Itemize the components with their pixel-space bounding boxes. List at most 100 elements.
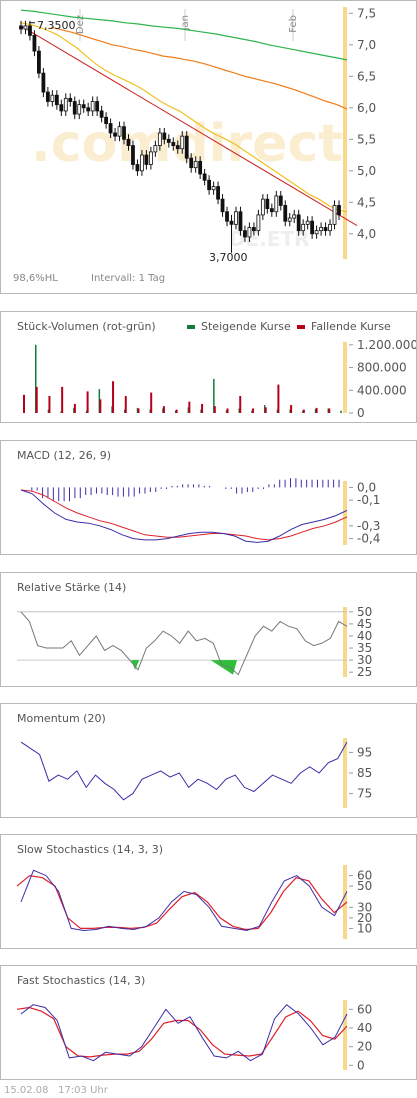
candle-body: [140, 154, 144, 172]
candle-body: [23, 25, 28, 30]
candle-body: [337, 205, 341, 216]
price-tick-label: 5,5: [357, 132, 376, 146]
candle-body: [126, 138, 131, 147]
macd-chart: 0,0-0,1-0,3-0,4: [20, 478, 380, 546]
price-tick-label: 7,5: [357, 6, 376, 20]
highlight-bar: [343, 1000, 347, 1070]
volume-chart: 1.200.000 800.000 400.000 0: [23, 338, 417, 420]
candle-body: [332, 205, 337, 225]
rsi-chart: 504540353025: [17, 605, 372, 679]
candle-body: [171, 142, 176, 146]
volume-tick-label: 0: [357, 406, 365, 420]
momentum-tick-label: 85: [357, 766, 372, 780]
candle-body: [319, 227, 323, 232]
candle-body: [189, 157, 194, 169]
price-tick-label: 6,0: [357, 101, 376, 115]
price-chart: .comdirect DE.ETR DezJanFeb7,57,06,56,05…: [13, 6, 376, 284]
price-tick-label: 4,5: [357, 195, 376, 209]
footer-time: 17:03 Uhr: [58, 1085, 108, 1096]
slow-d-line: [16, 874, 348, 931]
volume-tick-label: 1.200.000: [357, 338, 417, 352]
momentum-line: [20, 741, 348, 801]
macd-tick-label: -0,4: [357, 532, 380, 546]
candle-body: [301, 223, 306, 232]
perf-label: 98,6%HL: [13, 273, 58, 284]
volume-bar-down: [213, 406, 216, 413]
candle-body: [225, 211, 229, 222]
volume-bar-down: [175, 409, 178, 413]
candle-body: [108, 123, 113, 134]
candle-body: [220, 198, 225, 213]
volume-bar-down: [264, 407, 267, 413]
footer-date: 15.02.08: [4, 1085, 49, 1096]
slow-stochastics-tick-label: 50: [357, 879, 372, 893]
candle-body: [166, 138, 171, 143]
candle-body: [202, 173, 207, 181]
candle-body: [269, 208, 274, 213]
slow-k-line: [20, 869, 348, 932]
volume-bar-down: [48, 395, 51, 413]
volume-bar-down: [73, 403, 76, 413]
candle-body: [135, 164, 140, 172]
rsi-panel: Relative Stärke (14) 50 45 40 35 30 25: [0, 572, 417, 687]
volume-bar-down: [188, 401, 191, 413]
candle-body: [32, 34, 37, 52]
candle-body: [122, 126, 126, 140]
candle-body: [148, 151, 153, 165]
candle-body: [323, 227, 328, 232]
rsi-line: [20, 611, 348, 676]
macd-panel: MACD (12, 26, 9) 0,0 -0,1 -0,3 -0,4: [0, 440, 417, 555]
candle-body: [153, 145, 158, 153]
footer-timestamp: 15.02.08 17:03 Uhr: [4, 1085, 108, 1096]
slow-stochastics-tick-label: 10: [357, 921, 372, 935]
candle-body: [162, 132, 167, 140]
candle-body: [256, 214, 261, 232]
candle-body: [77, 104, 82, 115]
candle-body: [292, 214, 297, 219]
rsi-oversold-area: [210, 660, 237, 675]
candle-body: [287, 217, 292, 222]
candle-body: [86, 107, 91, 112]
volume-tick-label: 400.000: [357, 383, 407, 397]
volume-bar-down: [61, 386, 64, 413]
candle-body: [113, 132, 117, 137]
volume-bar-down: [86, 391, 89, 413]
slow-stochastics-chart: 6050302010: [16, 865, 372, 939]
candle-body: [198, 160, 203, 175]
volume-bar-up: [340, 410, 342, 413]
candle-body: [211, 186, 216, 191]
candle-body: [157, 132, 162, 146]
candle-body: [81, 104, 86, 109]
interval-label: Intervall: 1 Tag: [91, 273, 165, 284]
candle-body: [265, 198, 270, 209]
month-label: Feb: [288, 15, 299, 33]
candle-body: [72, 101, 77, 115]
volume-panel: Stück-Volumen (rot-grün) Steigende Kurse…: [0, 311, 417, 423]
candle-body: [216, 186, 220, 200]
candle-body: [328, 223, 332, 232]
volume-bar-down: [150, 392, 153, 413]
fast-stochastics-tick-label: 40: [357, 1021, 372, 1035]
volume-bar-down: [328, 408, 331, 413]
candle-body: [283, 205, 288, 222]
candle-body: [247, 227, 252, 238]
price-tick-label: 4,0: [357, 227, 376, 241]
volume-bar-down: [162, 406, 165, 413]
candle-body: [90, 101, 95, 112]
price-panel: .comdirect DE.ETR DezJanFeb7,57,06,56,05…: [0, 0, 417, 294]
candle-body: [28, 25, 32, 36]
ma100-line: [50, 26, 348, 110]
candle-body: [117, 126, 122, 137]
candle-body: [99, 110, 104, 118]
volume-bar-down: [201, 403, 204, 413]
candle-body: [144, 154, 149, 165]
highlight-bar: [343, 481, 347, 545]
fast-stochastics-chart: 60 40 20 0: [16, 1000, 372, 1072]
volume-bar-down: [239, 395, 242, 413]
volume-tick-label: 800.000: [357, 361, 407, 375]
highlight-bar: [343, 7, 347, 259]
volume-bar-down: [124, 395, 127, 413]
volume-bar-down: [35, 386, 38, 413]
momentum-chart: 95 85 75: [20, 738, 372, 808]
candle-body: [45, 91, 50, 102]
